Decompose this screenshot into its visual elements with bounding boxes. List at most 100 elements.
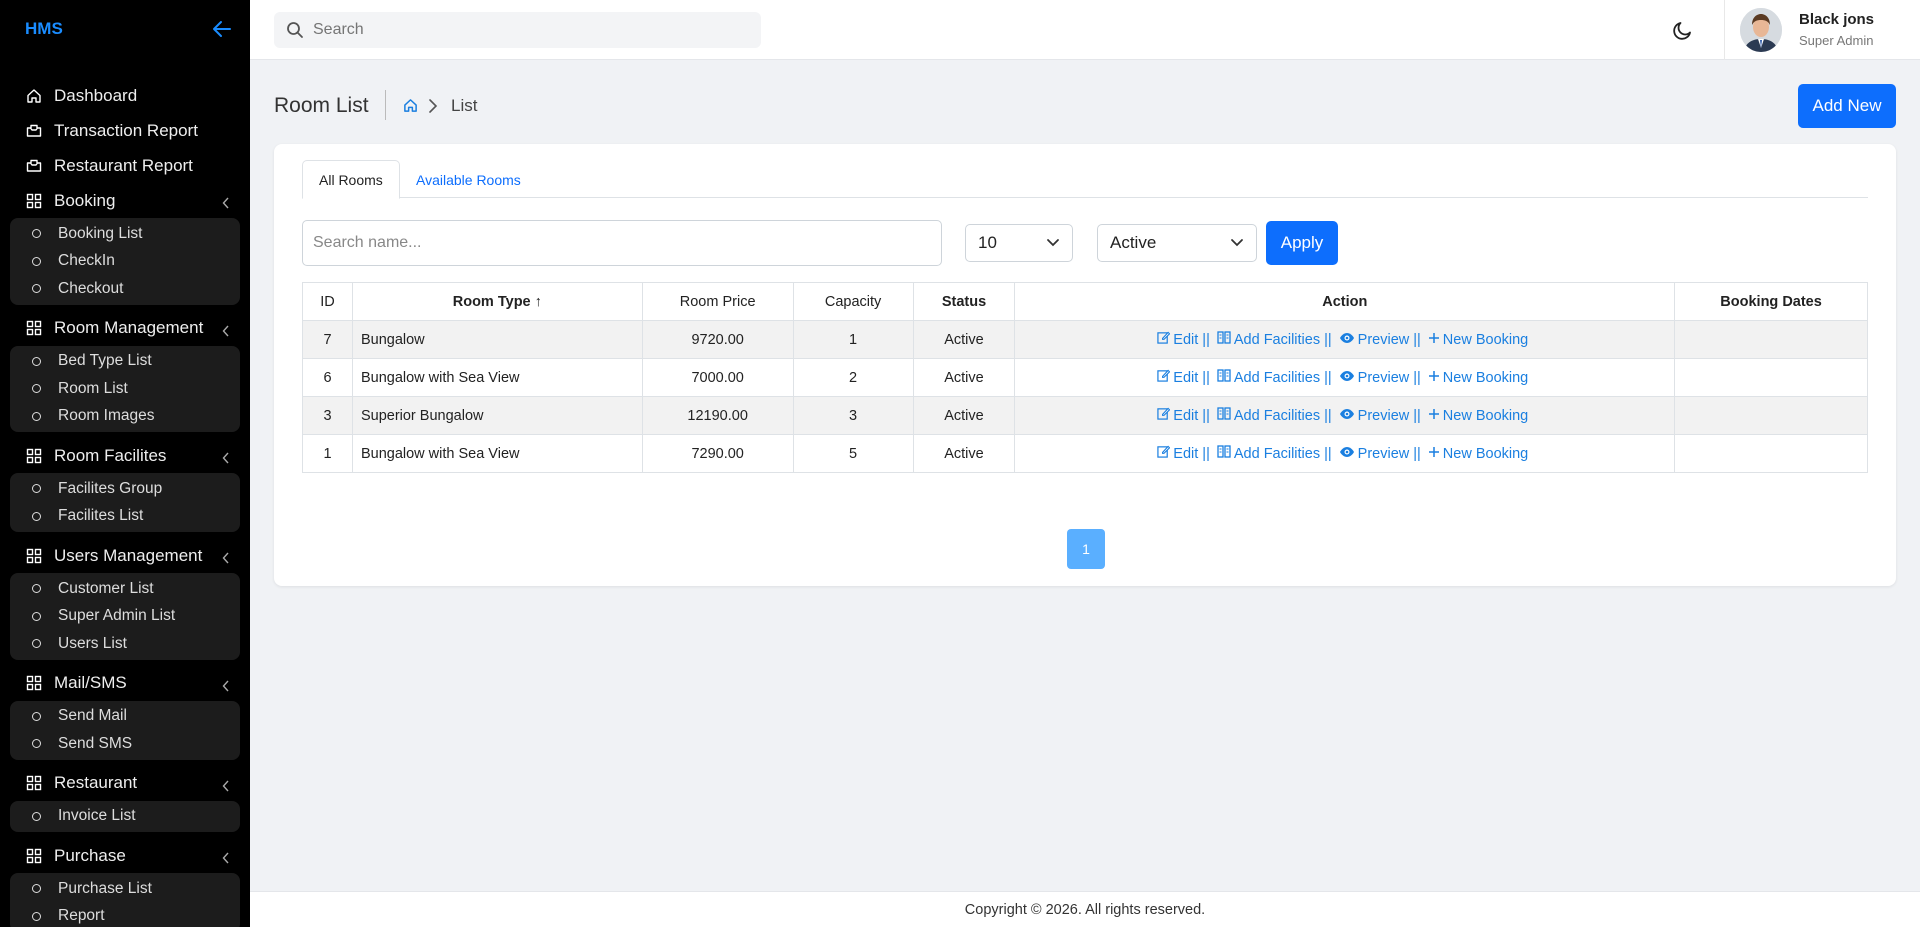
preview-link[interactable]: Preview || (1339, 408, 1421, 424)
sidebar-subitem-facilites-list[interactable]: Facilites List (10, 503, 240, 531)
apply-button[interactable]: Apply (1266, 221, 1338, 265)
new-booking-label: New Booking (1442, 369, 1529, 386)
sidebar-subitem-label: Room Images (58, 407, 155, 425)
table-row: 6 Bungalow with Sea View 7000.00 2 Active Edi… (302, 358, 1868, 397)
sidebar-item-restaurant-report[interactable]: Restaurant Report (0, 148, 250, 183)
page-size-value: 10 (978, 233, 997, 252)
sidebar-item-dashboard[interactable]: Dashboard (0, 78, 250, 113)
edit-label: Edit || (1173, 331, 1210, 348)
status-value: Active (1110, 233, 1157, 252)
sidebar-item-restaurant[interactable]: Restaurant (0, 766, 250, 801)
add-new-button[interactable]: Add New (1798, 84, 1896, 128)
edit-link[interactable]: Edit || (1157, 369, 1210, 386)
preview-link[interactable]: Preview || (1339, 446, 1421, 462)
cell-booking-dates (1674, 358, 1868, 397)
sidebar-subitem-booking-list[interactable]: Booking List (10, 220, 240, 248)
chevron-left-icon (222, 677, 230, 697)
search-input[interactable] (313, 21, 713, 39)
tabs: All Rooms Available Rooms (302, 160, 1868, 199)
cell-status: Active (912, 396, 1016, 435)
sidebar-subitem-room-images[interactable]: Room Images (10, 403, 240, 431)
sidebar-subitem-purchase-list[interactable]: Purchase List (10, 875, 240, 903)
brand-logo[interactable]: HMS (25, 19, 63, 39)
sidebar-subitem-bed-type-list[interactable]: Bed Type List (10, 348, 240, 376)
title-divider (385, 90, 386, 120)
sidebar-submenu: Customer List Super Admin List Users List (10, 573, 240, 660)
circle-icon (32, 356, 41, 366)
tab-all-rooms[interactable]: All Rooms (302, 160, 400, 199)
chevron-left-icon (222, 777, 230, 797)
cell-room-type: Superior Bungalow (351, 396, 643, 435)
preview-label: Preview || (1357, 445, 1421, 462)
circle-icon (32, 484, 41, 494)
new-booking-link[interactable]: New Booking (1428, 408, 1528, 424)
sidebar-subitem-report[interactable]: Report (10, 903, 240, 927)
new-booking-link[interactable]: New Booking (1428, 332, 1528, 348)
name-search-input[interactable]: Search name... (302, 220, 942, 266)
circle-icon (32, 384, 41, 394)
new-booking-link[interactable]: New Booking (1428, 370, 1528, 386)
tab-available-rooms[interactable]: Available Rooms (400, 160, 537, 199)
sidebar-item-purchase[interactable]: Purchase (0, 838, 250, 873)
edit-link[interactable]: Edit || (1157, 445, 1210, 462)
moon-icon[interactable] (1672, 19, 1694, 46)
add-facilities-link[interactable]: Add Facilities || (1217, 331, 1332, 348)
edit-label: Edit || (1173, 407, 1210, 424)
preview-link[interactable]: Preview || (1339, 332, 1421, 348)
chevron-down-icon (1047, 239, 1059, 247)
sidebar-subitem-label: Invoice List (58, 807, 136, 825)
home-icon[interactable] (403, 98, 418, 118)
sidebar-subitem-label: Room List (58, 379, 128, 397)
sidebar-subitem-invoice-list[interactable]: Invoice List (10, 803, 240, 831)
grid-icon (26, 448, 42, 464)
sidebar-item-transaction-report[interactable]: Transaction Report (0, 113, 250, 148)
circle-icon (32, 411, 41, 421)
user-role: Super Admin (1799, 33, 1874, 48)
sidebar-subitem-facilites-group[interactable]: Facilites Group (10, 475, 240, 503)
preview-link[interactable]: Preview || (1339, 370, 1421, 386)
add-facilities-link[interactable]: Add Facilities || (1217, 407, 1332, 424)
avatar[interactable] (1740, 8, 1782, 52)
sidebar-subitem-room-list[interactable]: Room List (10, 375, 240, 403)
add-facilities-label: Add Facilities || (1233, 445, 1332, 462)
eye-icon (1339, 332, 1355, 348)
user-name[interactable]: Black jons (1799, 11, 1874, 28)
edit-link[interactable]: Edit || (1157, 331, 1210, 348)
cell-capacity: 3 (792, 396, 914, 435)
sidebar-subitem-super-admin-list[interactable]: Super Admin List (10, 603, 240, 631)
sidebar-item-mail-sms[interactable]: Mail/SMS (0, 666, 250, 701)
circle-icon (32, 284, 41, 294)
pagination-page-1[interactable]: 1 (1067, 529, 1105, 569)
cell-room-type: Bungalow with Sea View (351, 358, 643, 397)
grid-icon (26, 548, 42, 564)
cell-status: Active (912, 320, 1016, 359)
sidebar-subitem-checkout[interactable]: Checkout (10, 275, 240, 303)
grid-icon (26, 775, 42, 791)
sidebar-subitem-customer-list[interactable]: Customer List (10, 575, 240, 603)
sidebar-subitem-checkin[interactable]: CheckIn (10, 248, 240, 276)
edit-link[interactable]: Edit || (1157, 407, 1210, 424)
add-facilities-link[interactable]: Add Facilities || (1217, 445, 1332, 462)
cell-booking-dates (1674, 396, 1868, 435)
header-room-type[interactable]: Room Type ↑ (351, 282, 643, 321)
sidebar-item-booking[interactable]: Booking (0, 183, 250, 218)
sidebar-subitem-send-mail[interactable]: Send Mail (10, 703, 240, 731)
cell-action: Edit || Add Facilities || Preview || New Bo… (1014, 358, 1676, 397)
sidebar-item-label: Users Management (54, 545, 203, 565)
arrow-left-icon[interactable] (212, 20, 232, 38)
add-facilities-link[interactable]: Add Facilities || (1217, 369, 1332, 386)
sidebar-item-users-management[interactable]: Users Management (0, 538, 250, 573)
page-size-select[interactable]: 10 (965, 224, 1073, 262)
sidebar-submenu: Facilites Group Facilites List (10, 473, 240, 532)
plus-icon (1428, 446, 1440, 462)
sidebar-item-room-facilites[interactable]: Room Facilites (0, 438, 250, 473)
sidebar-nav: Dashboard Transaction Report Restaurant Re… (0, 58, 250, 927)
sidebar-item-room-management[interactable]: Room Management (0, 311, 250, 346)
sidebar-subitem-send-sms[interactable]: Send SMS (10, 730, 240, 758)
status-select[interactable]: Active (1097, 224, 1257, 262)
sidebar-subitem-label: Purchase List (58, 879, 152, 897)
new-booking-link[interactable]: New Booking (1428, 446, 1528, 462)
sidebar-subitem-users-list[interactable]: Users List (10, 630, 240, 658)
header-room-price: Room Price (641, 282, 794, 321)
global-search[interactable] (274, 12, 761, 48)
